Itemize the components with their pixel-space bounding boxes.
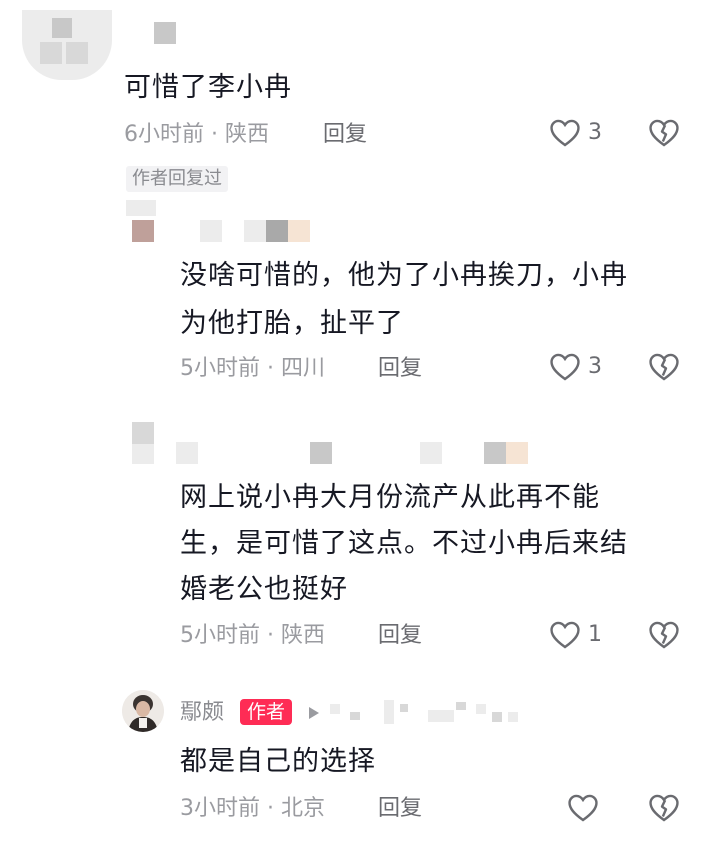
author-replied-tag: 作者回复过 [126,166,228,192]
broken-heart-icon [649,353,679,381]
comment-time-location: 5小时前 · 四川 [180,356,325,381]
heart-outline-icon [568,794,598,822]
like-count: 3 [588,354,602,379]
reply-button[interactable]: 回复 [378,621,422,651]
heart-outline-icon [550,353,580,381]
like-count: 3 [588,120,602,145]
reply-button[interactable]: 回复 [323,120,367,150]
author-name[interactable]: 鄢颇 [180,698,224,728]
dislike-button[interactable] [647,618,681,656]
comment-text-line: 生，是可惜了这点。不过小冉后来结 [180,528,628,559]
heart-outline-icon [550,621,580,649]
comment-time-location: 6小时前 · 陕西 [124,122,269,147]
like-button[interactable] [566,791,606,825]
like-button[interactable]: 3 [548,350,602,384]
comment-text-line: 婚老公也挺好 [180,574,348,605]
broken-heart-icon [649,119,679,147]
comment-text: 可惜了李小冉 [124,72,292,103]
dislike-button[interactable] [647,350,681,388]
comment-time-location: 3小时前 · 北京 [180,796,325,821]
reply-button[interactable]: 回复 [378,794,422,824]
comment-text: 都是自己的选择 [180,746,376,777]
dislike-button[interactable] [647,791,681,829]
like-button[interactable]: 1 [548,618,602,652]
broken-heart-icon [649,621,679,649]
like-count: 1 [588,622,602,647]
comment-text-line: 网上说小冉大月份流产从此再不能 [180,482,600,513]
comment-time-location: 5小时前 · 陕西 [180,623,325,648]
broken-heart-icon [649,794,679,822]
like-button[interactable]: 3 [548,116,602,150]
triangle-right-icon [309,707,319,719]
comment-text-line: 为他打胎，扯平了 [180,308,404,339]
comment-text-line: 没啥可惜的，他为了小冉挨刀，小冉 [180,260,628,291]
username-blurred[interactable] [154,22,176,44]
heart-outline-icon [550,119,580,147]
dislike-button[interactable] [647,116,681,154]
author-avatar[interactable] [122,690,164,732]
person-photo-icon [122,690,164,732]
author-badge: 作者 [240,699,293,725]
reply-button[interactable]: 回复 [378,354,422,384]
